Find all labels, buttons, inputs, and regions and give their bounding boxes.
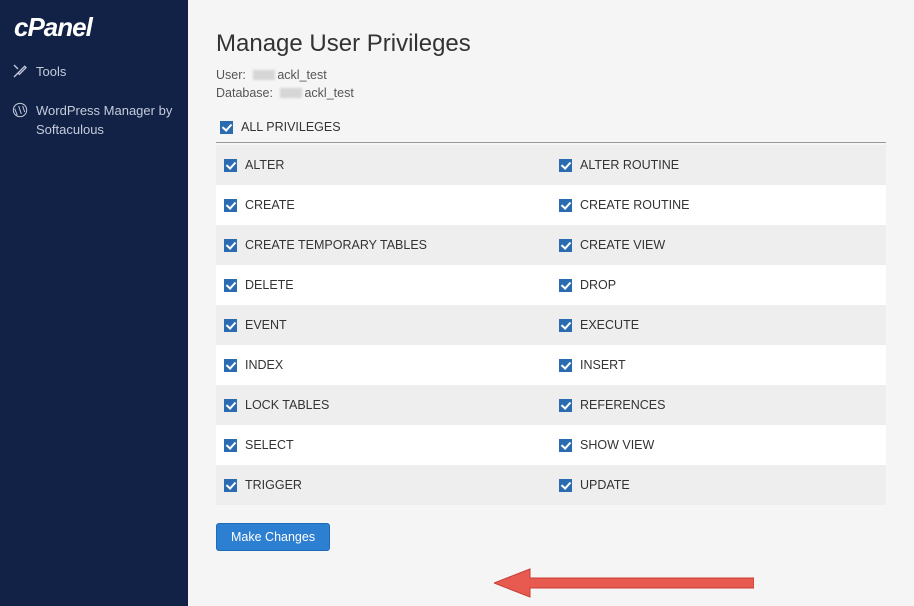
- sidebar-item-wordpress-manager[interactable]: WordPress Manager by Softaculous: [0, 92, 188, 150]
- checkbox-privilege[interactable]: [224, 359, 237, 372]
- privilege-label: DELETE: [245, 278, 294, 292]
- checkbox-all-privileges[interactable]: [220, 121, 233, 134]
- privilege-label: ALTER: [245, 158, 284, 172]
- all-privileges-label: ALL PRIVILEGES: [241, 120, 341, 134]
- user-value-redacted: [253, 70, 275, 80]
- privilege-row: ALTER ALTER ROUTINE: [216, 145, 886, 185]
- sidebar-item-label: Tools: [36, 63, 66, 82]
- actions-bar: Make Changes: [216, 523, 886, 551]
- privilege-label: LOCK TABLES: [245, 398, 329, 412]
- privilege-row: CREATE CREATE ROUTINE: [216, 185, 886, 225]
- privilege-label: INSERT: [580, 358, 626, 372]
- privilege-label: CREATE TEMPORARY TABLES: [245, 238, 427, 252]
- checkbox-privilege[interactable]: [559, 439, 572, 452]
- privilege-row: INDEX INSERT: [216, 345, 886, 385]
- privileges-table: ALTERALTER ROUTINECREATECREATE ROUTINECR…: [216, 145, 886, 505]
- checkbox-privilege[interactable]: [559, 399, 572, 412]
- checkbox-privilege[interactable]: [559, 159, 572, 172]
- checkbox-privilege[interactable]: [224, 439, 237, 452]
- privilege-cell: CREATE TEMPORARY TABLES: [216, 225, 551, 265]
- privilege-label: EXECUTE: [580, 318, 639, 332]
- privilege-cell: CREATE ROUTINE: [551, 185, 886, 225]
- privilege-label: SELECT: [245, 438, 294, 452]
- privilege-cell: TRIGGER: [216, 465, 551, 505]
- database-value-redacted: [280, 88, 302, 98]
- privilege-row: EVENT EXECUTE: [216, 305, 886, 345]
- privilege-label: REFERENCES: [580, 398, 665, 412]
- privilege-cell: ALTER ROUTINE: [551, 145, 886, 185]
- checkbox-privilege[interactable]: [559, 279, 572, 292]
- database-meta: Database: ackl_test: [216, 86, 886, 100]
- privilege-label: TRIGGER: [245, 478, 302, 492]
- checkbox-privilege[interactable]: [224, 479, 237, 492]
- privilege-cell: SELECT: [216, 425, 551, 465]
- privilege-cell: REFERENCES: [551, 385, 886, 425]
- privilege-label: ALTER ROUTINE: [580, 158, 679, 172]
- privilege-label: DROP: [580, 278, 616, 292]
- checkbox-privilege[interactable]: [224, 319, 237, 332]
- all-privileges-row: ALL PRIVILEGES: [216, 112, 886, 143]
- privilege-cell: EVENT: [216, 305, 551, 345]
- privilege-cell: EXECUTE: [551, 305, 886, 345]
- privilege-cell: ALTER: [216, 145, 551, 185]
- annotation-arrow: [494, 566, 754, 600]
- privilege-cell: DELETE: [216, 265, 551, 305]
- privilege-label: UPDATE: [580, 478, 630, 492]
- privilege-label: SHOW VIEW: [580, 438, 654, 452]
- privilege-cell: CREATE VIEW: [551, 225, 886, 265]
- privilege-row: TRIGGER UPDATE: [216, 465, 886, 505]
- privilege-label: CREATE VIEW: [580, 238, 665, 252]
- tools-icon: [12, 63, 28, 79]
- privilege-row: DELETE DROP: [216, 265, 886, 305]
- privilege-label: INDEX: [245, 358, 283, 372]
- privilege-cell: INSERT: [551, 345, 886, 385]
- database-label: Database:: [216, 86, 273, 100]
- user-meta: User: ackl_test: [216, 68, 886, 82]
- make-changes-button[interactable]: Make Changes: [216, 523, 330, 551]
- checkbox-privilege[interactable]: [224, 159, 237, 172]
- checkbox-privilege[interactable]: [224, 239, 237, 252]
- privilege-cell: UPDATE: [551, 465, 886, 505]
- checkbox-privilege[interactable]: [224, 199, 237, 212]
- user-label: User:: [216, 68, 246, 82]
- privilege-cell: SHOW VIEW: [551, 425, 886, 465]
- wordpress-icon: [12, 102, 28, 118]
- privilege-cell: CREATE: [216, 185, 551, 225]
- checkbox-privilege[interactable]: [224, 279, 237, 292]
- database-value: ackl_test: [304, 86, 353, 100]
- user-value: ackl_test: [277, 68, 326, 82]
- privilege-cell: INDEX: [216, 345, 551, 385]
- checkbox-privilege[interactable]: [559, 199, 572, 212]
- privilege-row: LOCK TABLES REFERENCES: [216, 385, 886, 425]
- checkbox-privilege[interactable]: [559, 479, 572, 492]
- sidebar: cPanel Tools WordPress Manager by Softac…: [0, 0, 188, 606]
- privilege-label: CREATE: [245, 198, 295, 212]
- privilege-row: SELECT SHOW VIEW: [216, 425, 886, 465]
- main-content: Manage User Privileges User: ackl_test D…: [188, 0, 914, 606]
- checkbox-privilege[interactable]: [224, 399, 237, 412]
- sidebar-item-tools[interactable]: Tools: [0, 53, 188, 92]
- checkbox-privilege[interactable]: [559, 239, 572, 252]
- privilege-label: CREATE ROUTINE: [580, 198, 690, 212]
- privilege-cell: LOCK TABLES: [216, 385, 551, 425]
- page-title: Manage User Privileges: [216, 30, 886, 58]
- checkbox-privilege[interactable]: [559, 359, 572, 372]
- privilege-label: EVENT: [245, 318, 287, 332]
- privilege-cell: DROP: [551, 265, 886, 305]
- sidebar-item-label: WordPress Manager by Softaculous: [36, 102, 176, 140]
- brand-logo: cPanel: [0, 0, 188, 53]
- checkbox-privilege[interactable]: [559, 319, 572, 332]
- privilege-row: CREATE TEMPORARY TABLES CREATE VIEW: [216, 225, 886, 265]
